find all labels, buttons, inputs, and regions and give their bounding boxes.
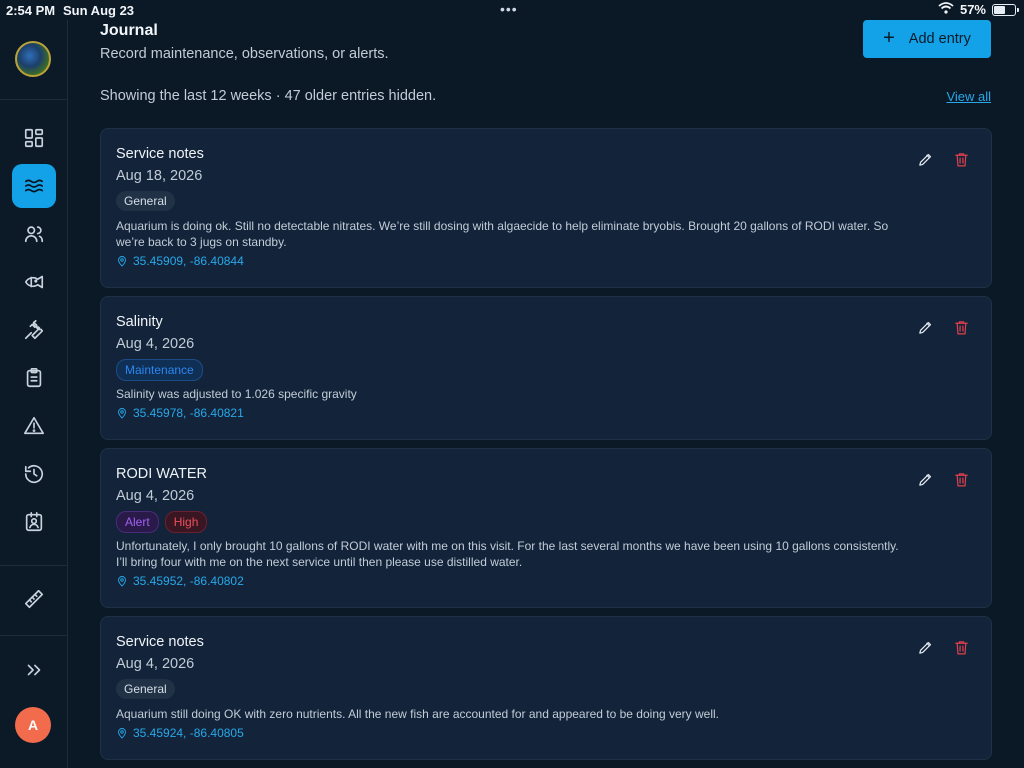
entry-date: Aug 18, 2026: [116, 168, 203, 184]
pencil-icon: [918, 641, 931, 654]
delete-entry-button[interactable]: [951, 469, 971, 489]
sidebar-item-measure[interactable]: [12, 577, 56, 621]
entry-tags: General: [116, 679, 175, 699]
wrench-icon: [24, 320, 44, 340]
pencil-icon: [918, 321, 931, 334]
entry-title: RODI WATER: [116, 466, 208, 482]
status-bar: 2:54 PM Sun Aug 23 ••• 57%: [0, 0, 1024, 20]
id-badge-icon: [25, 512, 43, 532]
status-date: Sun Aug 23: [63, 3, 135, 18]
warning-icon: [24, 416, 44, 435]
journal-entry-card: Service notes Aug 4, 2026 General Aquari…: [100, 616, 992, 760]
battery-icon: [992, 3, 1019, 16]
status-time: 2:54 PM: [6, 3, 56, 18]
user-avatar[interactable]: A: [15, 707, 51, 743]
ruler-icon: [24, 589, 44, 609]
edit-entry-button[interactable]: [915, 149, 935, 169]
tag-alert: Alert: [116, 511, 159, 533]
trash-icon: [954, 472, 968, 486]
entry-location-text: 35.45952, -86.40802: [133, 574, 244, 588]
entry-location[interactable]: 35.45909, -86.40844: [116, 254, 244, 268]
users-icon: [24, 226, 44, 243]
add-entry-button[interactable]: + Add entry: [863, 20, 991, 58]
entry-body: Aquarium is doing ok. Still no detectabl…: [116, 219, 889, 249]
entry-title: Salinity: [116, 314, 163, 330]
entry-tags: General: [116, 191, 175, 211]
entry-title: Service notes: [116, 146, 204, 162]
screen: 2:54 PM Sun Aug 23 ••• 57% A Journal Rec…: [0, 0, 1024, 768]
sidebar-item-history[interactable]: [12, 452, 56, 496]
multitask-dots[interactable]: •••: [500, 1, 518, 17]
journal-entry-card: RODI WATER Aug 4, 2026 Alert High Unfort…: [100, 448, 992, 608]
sidebar-item-maintenance[interactable]: [12, 308, 56, 352]
grid-icon: [24, 128, 44, 148]
sidebar-item-dashboard[interactable]: [12, 116, 56, 160]
entry-title: Service notes: [116, 634, 204, 650]
tag-maintenance: Maintenance: [116, 359, 203, 381]
map-pin-icon: [118, 408, 126, 419]
sidebar-item-checklist[interactable]: [12, 356, 56, 400]
sidebar-divider: [0, 565, 68, 566]
entry-tags: Alert High: [116, 511, 208, 533]
entry-date: Aug 4, 2026: [116, 656, 195, 672]
journal-entry-card: Salinity Aug 4, 2026 Maintenance Salinit…: [100, 296, 992, 440]
map-pin-icon: [118, 728, 126, 739]
fish-icon: [24, 275, 44, 289]
entry-body: Unfortunately, I only brought 10 gallons…: [116, 539, 899, 569]
delete-entry-button[interactable]: [951, 149, 971, 169]
sidebar-item-people[interactable]: [12, 212, 56, 256]
entry-location[interactable]: 35.45978, -86.40821: [116, 406, 244, 420]
entry-location-text: 35.45909, -86.40844: [133, 254, 244, 268]
map-pin-icon: [118, 576, 126, 587]
page-title: Journal: [100, 22, 158, 39]
entry-location[interactable]: 35.45924, -86.40805: [116, 726, 244, 740]
brand-logo-icon[interactable]: [15, 41, 51, 77]
status-right: 57%: [938, 2, 1019, 17]
sidebar-divider: [0, 635, 68, 636]
tag-general: General: [116, 191, 175, 211]
delete-entry-button[interactable]: [951, 637, 971, 657]
map-pin-icon: [118, 256, 126, 267]
tag-general: General: [116, 679, 175, 699]
page-subtitle: Record maintenance, observations, or ale…: [100, 46, 389, 62]
chevrons-right-icon: [27, 664, 41, 676]
edit-entry-button[interactable]: [915, 637, 935, 657]
entry-body: Aquarium still doing OK with zero nutrie…: [116, 707, 720, 721]
main-content: Journal Record maintenance, observations…: [100, 20, 992, 768]
sidebar: A: [0, 20, 68, 768]
entry-date: Aug 4, 2026: [116, 336, 195, 352]
trash-icon: [954, 320, 968, 334]
entry-location[interactable]: 35.45952, -86.40802: [116, 574, 244, 588]
history-icon: [24, 465, 44, 484]
clipboard-icon: [26, 368, 42, 388]
entry-location-text: 35.45924, -86.40805: [133, 726, 244, 740]
pencil-icon: [918, 153, 931, 166]
entry-location-text: 35.45978, -86.40821: [133, 406, 244, 420]
edit-entry-button[interactable]: [915, 317, 935, 337]
entry-tags: Maintenance: [116, 359, 203, 381]
sidebar-divider: [0, 99, 68, 100]
sidebar-item-contacts[interactable]: [12, 500, 56, 544]
filter-info: Showing the last 12 weeks · 47 older ent…: [100, 88, 437, 104]
entry-body: Salinity was adjusted to 1.026 specific …: [116, 387, 357, 401]
view-all-link[interactable]: View all: [946, 89, 991, 104]
trash-icon: [954, 640, 968, 654]
delete-entry-button[interactable]: [951, 317, 971, 337]
battery-percent: 57%: [959, 2, 986, 17]
sidebar-item-journal[interactable]: [12, 164, 56, 208]
journal-entry-card: Service notes Aug 18, 2026 General Aquar…: [100, 128, 992, 288]
trash-icon: [954, 152, 968, 166]
sidebar-item-livestock[interactable]: [12, 260, 56, 304]
sidebar-item-alerts[interactable]: [12, 404, 56, 448]
wifi-icon: [938, 2, 954, 17]
tag-high: High: [164, 511, 208, 533]
add-entry-label: Add entry: [908, 31, 971, 47]
edit-entry-button[interactable]: [915, 469, 935, 489]
pencil-icon: [918, 473, 931, 486]
waves-icon: [24, 179, 44, 193]
plus-icon: +: [883, 27, 895, 49]
entry-date: Aug 4, 2026: [116, 488, 195, 504]
expand-sidebar-button[interactable]: [12, 648, 56, 692]
